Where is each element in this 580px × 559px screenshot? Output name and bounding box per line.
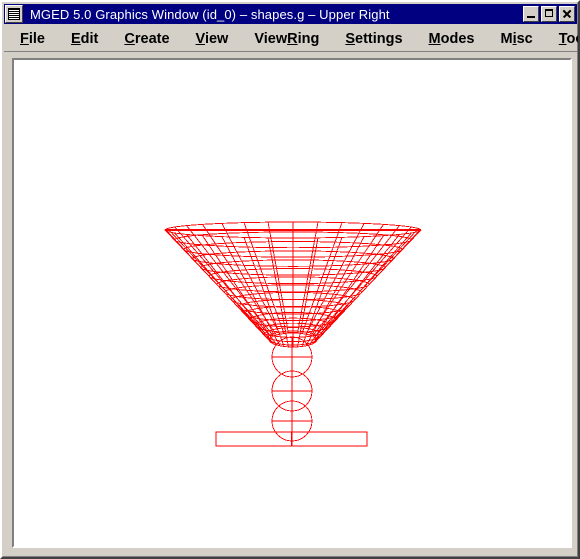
wireframe-model [164,221,422,447]
maximize-icon [545,9,553,17]
window-title: MGED 5.0 Graphics Window (id_0) – shapes… [30,6,390,22]
menu-item-tools[interactable]: Tools [553,29,578,49]
mged-graphics-window: MGED 5.0 Graphics Window (id_0) – shapes… [0,0,580,559]
menu-label-post: dit [80,30,99,47]
menu-label-mnemonic: V [195,30,205,47]
menu-label-mnemonic: M [428,30,441,47]
bowl-meridian [186,234,274,345]
menu-item-viewring[interactable]: ViewRing [248,29,325,49]
bowl-meridian [315,228,419,339]
menu-label-mnemonic: C [124,30,135,47]
menu-item-modes[interactable]: Modes [423,29,481,49]
menu-bar: File Edit Create View ViewRing Settings … [4,26,578,52]
system-menu-icon [8,8,20,20]
graphics-canvas-frame [12,58,572,548]
graphics-viewport[interactable] [14,60,570,546]
close-button[interactable] [559,6,575,22]
menu-label-pre: View [254,30,288,47]
menu-label-post: ing [297,30,320,47]
bowl-meridian [312,234,400,345]
minimize-button[interactable] [523,6,539,22]
menu-label-post: odes [440,30,475,47]
menu-label-post: sc [516,30,533,47]
menu-label-mnemonic: F [20,30,29,47]
menu-label-post: ettings [355,30,403,47]
menu-label-mnemonic: R [287,30,298,47]
menu-label-post: ools [566,30,578,47]
menu-label-mnemonic: T [558,30,567,47]
menu-label-mnemonic: E [70,30,81,47]
menu-item-view[interactable]: View [190,29,235,49]
maximize-button[interactable] [541,6,557,22]
menu-item-create[interactable]: Create [118,29,175,49]
menu-label-post: ile [28,30,45,47]
menu-label-mnemonic: S [345,30,356,47]
title-bar[interactable]: MGED 5.0 Graphics Window (id_0) – shapes… [4,4,577,24]
menu-item-misc[interactable]: Misc [494,29,538,49]
system-menu-button[interactable] [5,5,23,23]
minimize-icon [527,16,535,18]
menu-label-pre: M [500,30,513,47]
menu-item-settings[interactable]: Settings [339,29,408,49]
title-bar-buttons [521,6,575,22]
menu-item-edit[interactable]: Edit [65,29,104,49]
menu-item-file[interactable]: File [14,29,51,49]
bowl-meridian [167,228,271,339]
menu-label-post: reate [134,30,170,47]
menu-label-post: iew [204,30,229,47]
bowl-meridian [309,224,384,336]
bowl-meridian [202,224,277,336]
